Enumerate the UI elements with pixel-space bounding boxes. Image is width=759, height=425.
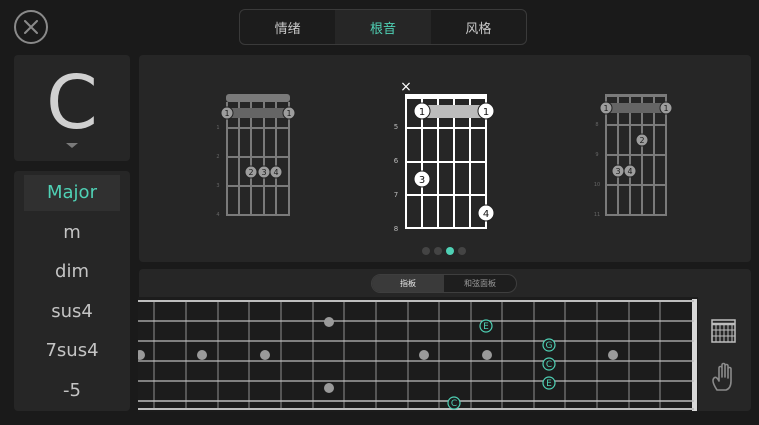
nut <box>692 299 697 411</box>
quality-major[interactable]: Major <box>24 175 120 211</box>
center-barre-left: 1 <box>419 107 425 118</box>
right-barre-right: 1 <box>663 104 668 113</box>
right-finger-2: 2 <box>639 136 644 145</box>
left-fret-label-4: 4 <box>216 212 219 218</box>
tab-mood[interactable]: 情绪 <box>240 10 335 44</box>
right-finger-4: 4 <box>627 167 632 176</box>
left-finger-2: 2 <box>248 168 253 177</box>
chord-diagram-left[interactable]: 1 2 3 4 1 1 2 3 4 <box>216 94 296 218</box>
fretboard[interactable]: E G C E C <box>138 297 698 412</box>
center-finger-3: 3 <box>419 175 425 186</box>
fretboard-view-toggle: 指板 和弦面板 <box>371 274 517 293</box>
right-fret-label-11: 11 <box>594 212 600 218</box>
mode-tabs: 情绪 根音 风格 <box>239 9 527 45</box>
pager-dot-3[interactable] <box>446 247 454 255</box>
right-fret-label-8: 8 <box>595 122 598 128</box>
quality-sus4[interactable]: sus4 <box>14 294 130 330</box>
center-fret-label-5: 5 <box>394 123 398 131</box>
pager-dot-1[interactable] <box>422 247 430 255</box>
root-note-selector[interactable]: C <box>14 55 130 161</box>
view-fretboard-option[interactable]: 指板 <box>372 275 444 292</box>
right-fret-label-9: 9 <box>595 152 598 158</box>
chord-diagram-center[interactable]: × 5 6 7 8 1 1 3 4 <box>394 79 495 233</box>
quality-minor[interactable]: m <box>14 215 130 251</box>
tab-root[interactable]: 根音 <box>335 10 431 44</box>
quality-dim[interactable]: dim <box>14 254 130 290</box>
left-barre-left: 1 <box>224 109 229 118</box>
right-barre-left: 1 <box>603 104 608 113</box>
right-finger-3: 3 <box>615 167 620 176</box>
root-note: C <box>46 60 98 146</box>
tab-style[interactable]: 风格 <box>431 10 526 44</box>
note-marker-c-2: C <box>451 399 457 409</box>
chord-diagram-right[interactable]: 8 9 10 11 1 1 2 3 4 <box>594 94 673 218</box>
right-fret-label-10: 10 <box>594 182 600 188</box>
left-fret-label-2: 2 <box>216 154 219 160</box>
hand-icon[interactable] <box>710 362 738 392</box>
close-button[interactable] <box>14 10 48 44</box>
quality-7sus4[interactable]: 7sus4 <box>14 333 130 369</box>
note-marker-e-1: E <box>483 322 489 332</box>
view-chord-panel-option[interactable]: 和弦面板 <box>444 275 516 292</box>
center-fret-label-7: 7 <box>394 191 398 199</box>
note-marker-e-2: E <box>546 379 552 389</box>
chord-quality-list: Major m dim sus4 7sus4 -5 <box>14 171 130 411</box>
chord-grid-icon[interactable] <box>711 318 737 344</box>
chord-diagrams-canvas: 1 2 3 4 1 1 2 3 4 × 5 6 7 8 1 1 3 4 8 9 … <box>216 79 673 255</box>
quality-flat5[interactable]: -5 <box>14 373 130 409</box>
pager-dot-2[interactable] <box>434 247 442 255</box>
left-finger-4: 4 <box>273 168 278 177</box>
center-barre-right: 1 <box>483 107 489 118</box>
caret-down-icon <box>66 143 78 148</box>
left-barre-right: 1 <box>286 109 291 118</box>
left-fret-label-3: 3 <box>216 183 219 189</box>
left-finger-3: 3 <box>261 168 266 177</box>
mute-mark: × <box>400 79 412 95</box>
diagram-pager <box>422 247 466 255</box>
center-finger-4: 4 <box>483 209 489 220</box>
note-marker-c-1: C <box>546 360 552 370</box>
note-marker-g: G <box>546 341 553 351</box>
center-fret-label-6: 6 <box>394 157 399 165</box>
left-fret-label-1: 1 <box>216 125 219 131</box>
close-icon <box>24 20 38 34</box>
chord-diagrams-panel: 1 2 3 4 1 1 2 3 4 × 5 6 7 8 1 1 3 4 8 9 … <box>139 55 751 262</box>
center-fret-label-8: 8 <box>394 225 398 233</box>
pager-dot-4[interactable] <box>458 247 466 255</box>
